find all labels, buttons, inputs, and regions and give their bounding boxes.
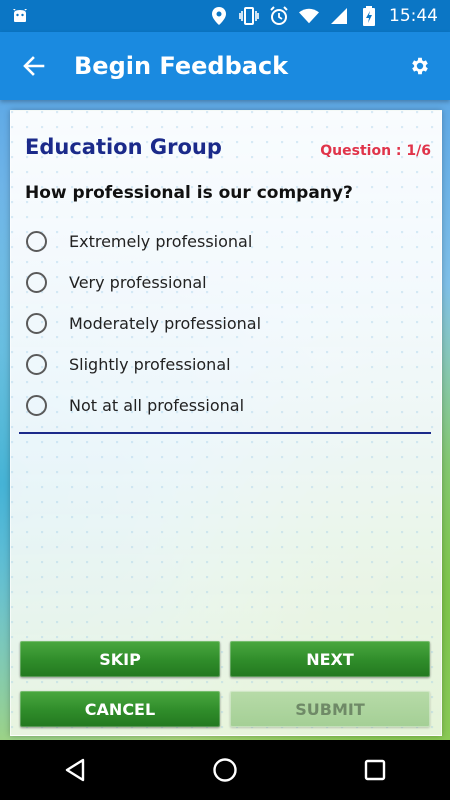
option-label: Moderately professional [69,314,262,333]
arrow-back-icon[interactable] [22,54,46,78]
radio-button[interactable] [26,313,47,334]
vibrate-icon [239,6,259,26]
wifi-icon [299,6,319,26]
android-icon [10,6,30,26]
answer-option[interactable]: Very professional [25,262,425,303]
home-circle-icon[interactable] [205,750,245,790]
back-triangle-icon[interactable] [55,750,95,790]
next-button[interactable]: NEXT [230,641,430,677]
question-counter: Question : 1/6 [320,143,431,159]
answer-option[interactable]: Extremely professional [25,221,425,262]
radio-button[interactable] [26,231,47,252]
group-title: Education Group [25,135,222,159]
status-time: 15:44 [389,6,438,26]
answer-option[interactable]: Slightly professional [25,344,425,385]
gear-icon[interactable] [408,54,432,78]
question-text: How professional is our company? [25,183,353,203]
radio-button[interactable] [26,395,47,416]
alarm-icon [269,6,289,26]
radio-button[interactable] [26,272,47,293]
answer-option[interactable]: Not at all professional [25,385,425,426]
signal-icon [329,6,349,26]
answer-options: Extremely professional Very professional… [25,221,425,426]
page-title: Begin Feedback [74,52,289,80]
skip-button[interactable]: SKIP [20,641,220,677]
radio-button[interactable] [26,354,47,375]
option-label: Very professional [69,273,207,292]
app-bar: Begin Feedback [0,32,450,100]
submit-button[interactable]: SUBMIT [230,691,430,727]
option-label: Not at all professional [69,396,245,415]
option-label: Slightly professional [69,355,231,374]
option-label: Extremely professional [69,232,253,251]
recents-square-icon[interactable] [355,750,395,790]
cancel-button[interactable]: CANCEL [20,691,220,727]
status-bar: 15:44 [0,0,450,32]
divider [19,432,431,434]
battery-charging-icon [359,6,379,26]
answer-option[interactable]: Moderately professional [25,303,425,344]
location-icon [209,6,229,26]
navigation-bar [0,740,450,800]
